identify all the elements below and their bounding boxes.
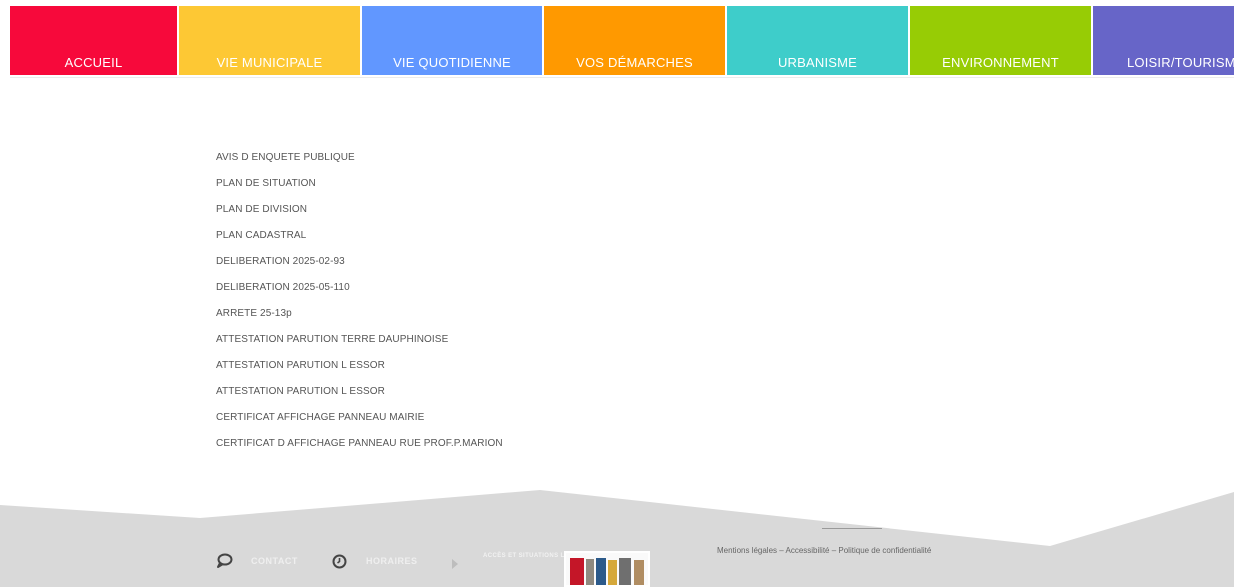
footer-hours-link[interactable]: HORAIRES — [366, 556, 418, 566]
document-link[interactable]: CERTIFICAT AFFICHAGE PANNEAU MAIRIE — [216, 408, 503, 434]
thumbnail-panel — [619, 558, 631, 585]
document-link[interactable]: ATTESTATION PARUTION TERRE DAUPHINOISE — [216, 330, 503, 356]
document-link[interactable]: ATTESTATION PARUTION L ESSOR — [216, 382, 503, 408]
nav-item-urbanisme[interactable]: URBANISME — [727, 6, 908, 75]
nav-item-vos-demarches[interactable]: VOS DÉMARCHES — [544, 6, 725, 75]
legal-links[interactable]: Mentions légales – Accessibilité – Polit… — [717, 546, 931, 555]
nav-item-label: VIE QUOTIDIENNE — [393, 55, 511, 70]
clock-icon — [332, 554, 347, 569]
footer-access-link[interactable]: ACCÈS ET SITUATIONS LA — [483, 552, 569, 560]
thumbnail-panel — [634, 560, 644, 585]
nav-item-environnement[interactable]: ENVIRONNEMENT — [910, 6, 1091, 75]
document-link[interactable]: DELIBERATION 2025-02-93 — [216, 252, 503, 278]
nav-item-vie-quotidienne[interactable]: VIE QUOTIDIENNE — [362, 6, 542, 75]
nav-item-loisir-tourisme[interactable]: LOISIR/TOURISM — [1093, 6, 1234, 75]
thumbnail-red-panel — [570, 558, 584, 585]
document-link[interactable]: PLAN CADASTRAL — [216, 226, 503, 252]
thumbnail-panel — [586, 559, 594, 585]
document-link[interactable]: DELIBERATION 2025-05-110 — [216, 278, 503, 304]
document-list: AVIS D ENQUETE PUBLIQUE PLAN DE SITUATIO… — [216, 148, 503, 460]
nav-item-label: URBANISME — [777, 55, 858, 70]
document-link[interactable]: CERTIFICAT D AFFICHAGE PANNEAU RUE PROF.… — [216, 434, 503, 460]
document-link[interactable]: PLAN DE SITUATION — [216, 174, 503, 200]
nav-item-label: VOS DÉMARCHES — [576, 55, 693, 70]
speech-bubble-icon — [217, 553, 233, 568]
footer-contact-link[interactable]: CONTACT — [251, 556, 298, 566]
nav-divider — [10, 77, 1234, 78]
thumbnail-panel — [608, 560, 617, 585]
nav-item-label: LOISIR/TOURISM — [1127, 55, 1234, 70]
footer-rule — [822, 528, 882, 529]
nav-item-label: ACCUEIL — [64, 55, 123, 70]
footer-thumbnail-image[interactable] — [564, 551, 650, 587]
document-link[interactable]: PLAN DE DIVISION — [216, 200, 503, 226]
nav-item-label: ENVIRONNEMENT — [942, 55, 1059, 70]
document-link[interactable]: ARRETE 25-13p — [216, 304, 503, 330]
play-arrow-icon — [452, 559, 458, 569]
document-link[interactable]: AVIS D ENQUETE PUBLIQUE — [216, 148, 503, 174]
nav-item-accueil[interactable]: ACCUEIL — [10, 6, 177, 75]
document-link[interactable]: ATTESTATION PARUTION L ESSOR — [216, 356, 503, 382]
thumbnail-panel — [596, 558, 606, 585]
footer-legal-links: Mentions légales – Accessibilité – Polit… — [717, 546, 931, 555]
main-navigation: ACCUEIL VIE MUNICIPALE VIE QUOTIDIENNE V… — [0, 0, 1234, 78]
nav-item-vie-municipale[interactable]: VIE MUNICIPALE — [179, 6, 360, 75]
nav-item-label: VIE MUNICIPALE — [216, 55, 323, 70]
